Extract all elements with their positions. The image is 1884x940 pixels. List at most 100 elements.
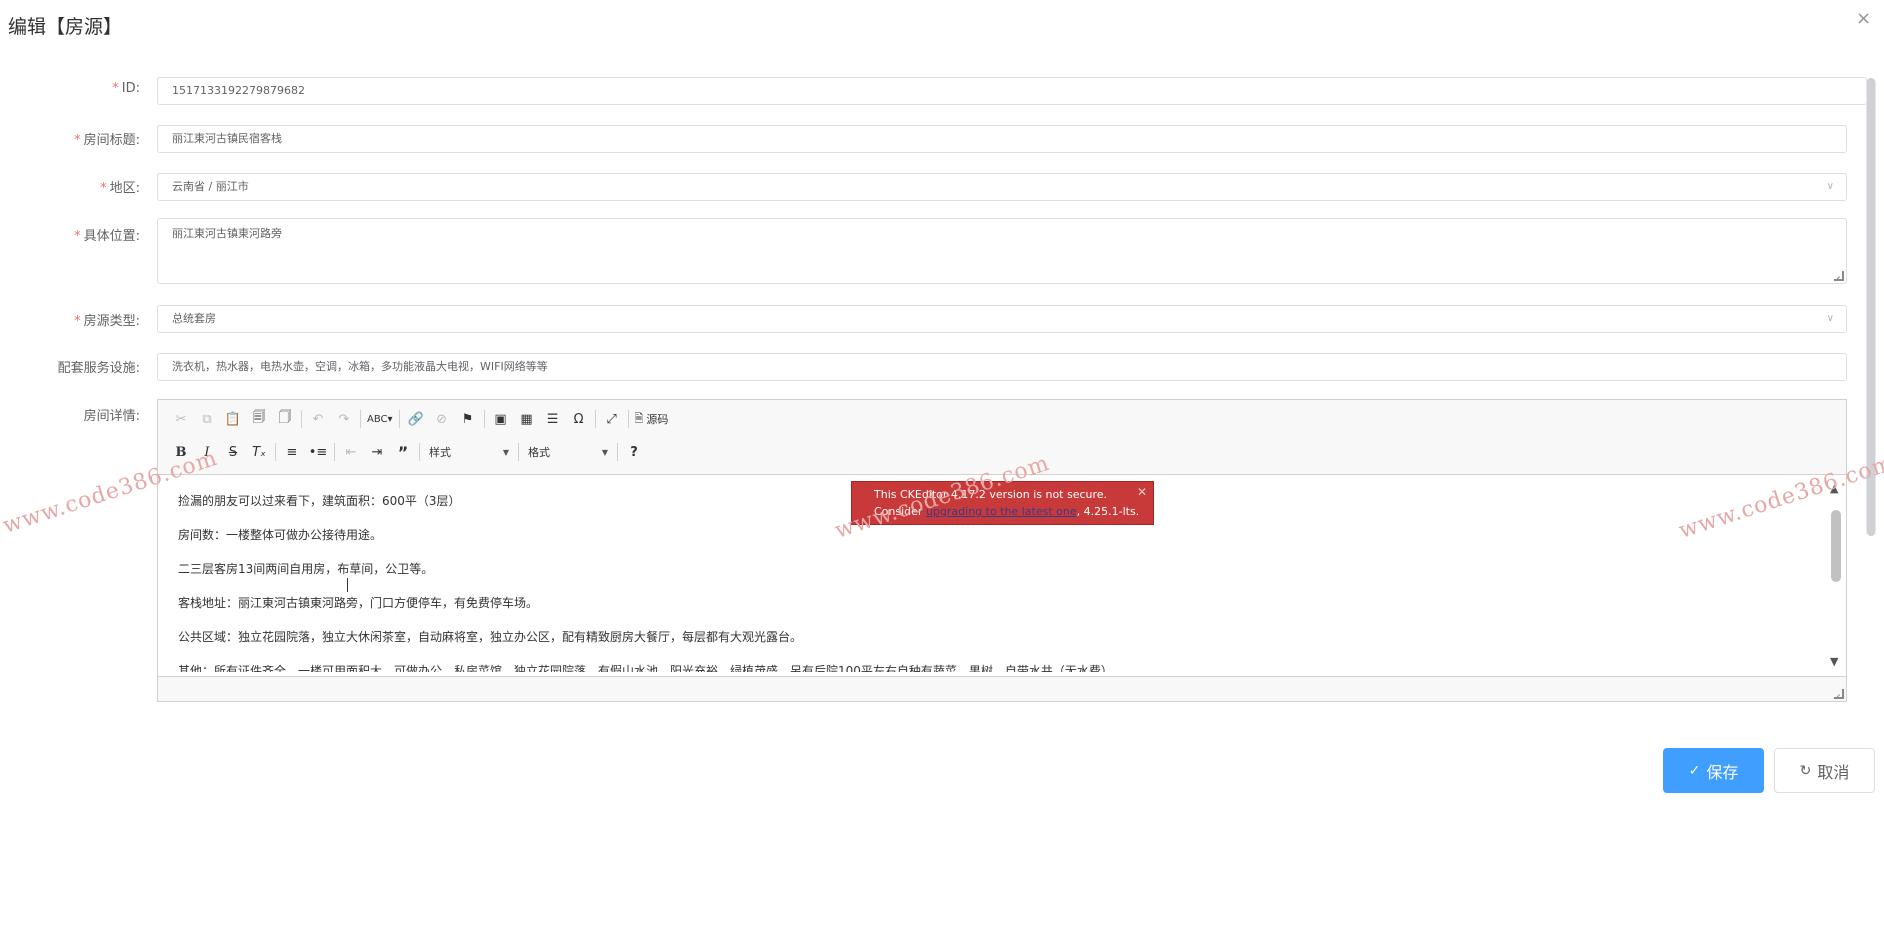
cancel-label: 取消 <box>1817 762 1850 782</box>
required-mark: * <box>100 181 107 196</box>
dialog-title: 编辑【房源】 <box>8 16 123 38</box>
format-combo[interactable]: 格式 ▼ <box>522 441 614 463</box>
facilities-input[interactable]: 洗衣机，热水器，电热水壶，空调，冰箱，多功能液晶大电视，WIFI网络等等 <box>157 353 1847 381</box>
facilities-label-text: 配套服务设施: <box>57 361 140 376</box>
toolbar-separator <box>275 443 276 461</box>
cut-icon[interactable]: ✂ <box>168 408 194 430</box>
blockquote-icon[interactable]: ” <box>390 441 416 463</box>
copy-icon[interactable]: ⧉ <box>194 408 220 430</box>
facilities-label: 配套服务设施: <box>0 357 140 376</box>
edit-house-dialog: 编辑【房源】 × * ID: 1517133192279879682 * 房间标题:… <box>0 0 1884 940</box>
chevron-down-icon: ▼ <box>502 447 509 457</box>
paste-word-icon[interactable]: 🗍 <box>272 408 298 430</box>
content-line: 二三层客房13间两间自用房，布草间，公卫等。 <box>178 562 434 576</box>
toolbar-separator <box>483 410 485 428</box>
undo-icon[interactable]: ↶ <box>305 408 331 430</box>
outdent-icon[interactable]: ⇤ <box>338 441 364 463</box>
save-button[interactable]: ✓ 保存 <box>1663 748 1764 793</box>
room-type-value: 总统套房 <box>172 312 216 325</box>
styles-combo[interactable]: 样式 ▼ <box>423 441 515 463</box>
editor-bottom-bar <box>158 676 1846 701</box>
paste-text-icon[interactable]: 🗐 <box>246 408 272 430</box>
refresh-icon: ↻ <box>1799 762 1812 779</box>
region-select[interactable]: 云南省 / 丽江市 ∨ <box>157 173 1847 201</box>
editor-scroll-thumb[interactable] <box>1831 510 1841 582</box>
toolbar-separator <box>627 410 629 428</box>
text-cursor-icon <box>347 578 349 592</box>
check-icon: ✓ <box>1688 762 1701 779</box>
details-label-text: 房间详情: <box>83 409 140 424</box>
required-mark: * <box>74 133 81 148</box>
remove-format-icon[interactable]: Tₓ <box>246 441 272 463</box>
editor-scrollbar[interactable]: ▲ ▼ <box>1827 476 1845 676</box>
bulleted-list-icon[interactable]: •≡ <box>305 441 331 463</box>
redo-icon[interactable]: ↷ <box>331 408 357 430</box>
link-icon[interactable]: 🔗 <box>403 408 429 430</box>
spellcheck-icon[interactable]: ABC▾ <box>364 408 396 430</box>
anchor-flag-icon[interactable]: ⚑ <box>455 408 481 430</box>
table-icon[interactable]: ▦ <box>514 408 540 430</box>
resize-handle-icon[interactable] <box>1834 271 1844 281</box>
id-label-text: ID: <box>121 81 140 96</box>
numbered-list-icon[interactable]: ≡ <box>279 441 305 463</box>
format-label: 格式 <box>528 446 550 459</box>
region-value: 云南省 / 丽江市 <box>172 180 249 193</box>
content-line: 其他：所有证件齐全，一楼可用面积大，可做办公，私房菜馆，独立花园院落，有假山水池… <box>178 664 1113 672</box>
paste-icon[interactable]: 📋 <box>220 408 246 430</box>
required-mark: * <box>74 314 81 329</box>
chevron-down-icon: ∨ <box>1826 181 1834 192</box>
scroll-down-icon[interactable]: ▼ <box>1830 655 1838 668</box>
room-type-label-text: 房源类型: <box>83 314 140 329</box>
toolbar-separator <box>617 443 618 461</box>
cancel-button[interactable]: ↻ 取消 <box>1774 748 1875 793</box>
toolbar-separator <box>334 443 335 461</box>
close-icon[interactable]: × <box>1856 8 1871 29</box>
region-label-text: 地区: <box>109 181 140 196</box>
address-textarea[interactable]: 丽江東河古镇東河路旁 <box>157 218 1847 284</box>
save-label: 保存 <box>1706 762 1739 782</box>
maximize-icon[interactable]: ⤢ <box>599 408 625 430</box>
address-label: * 具体位置: <box>0 225 140 244</box>
chevron-down-icon: ∨ <box>1826 313 1834 324</box>
content-line: 公共区域：独立花园院落，独立大休闲茶室，自动麻将室，独立办公区，配有精致厨房大餐… <box>178 630 803 644</box>
toolbar-separator <box>301 410 302 428</box>
close-icon[interactable]: ✕ <box>1137 484 1147 501</box>
room-type-label: * 房源类型: <box>0 310 140 329</box>
room-title-label-text: 房间标题: <box>83 133 140 148</box>
details-label: 房间详情: <box>0 405 140 424</box>
id-field[interactable]: 1517133192279879682 <box>157 77 1867 105</box>
toolbar-separator <box>518 443 519 461</box>
room-title-input[interactable]: 丽江東河古镇民宿客栈 <box>157 125 1847 153</box>
source-doc-icon: 🗎 <box>634 411 644 425</box>
special-char-icon[interactable]: Ω <box>566 408 592 430</box>
region-label: * 地区: <box>0 177 140 196</box>
toolbar-separator <box>594 410 596 428</box>
room-type-select[interactable]: 总统套房 ∨ <box>157 305 1847 333</box>
source-button[interactable]: 🗎 源码 <box>632 408 672 430</box>
notice-suffix: , 4.25.1-lts. <box>1076 505 1140 518</box>
indent-icon[interactable]: ⇥ <box>364 441 390 463</box>
unlink-icon[interactable]: ⊘ <box>429 408 455 430</box>
room-title-label: * 房间标题: <box>0 129 140 148</box>
image-icon[interactable]: ▣ <box>488 408 514 430</box>
toolbar-separator <box>398 410 400 428</box>
content-line: 房间数：一楼整体可做办公接待用途。 <box>178 528 383 542</box>
horizontal-line-icon[interactable]: ☰ <box>540 408 566 430</box>
strikethrough-icon[interactable]: S <box>220 441 246 463</box>
rich-text-editor: ✂ ⧉ 📋 🗐 🗍 ↶ ↷ ABC▾ 🔗 ⊘ ⚑ ▣ ▦ ☰ Ω ⤢ 🗎 源码 … <box>157 399 1847 702</box>
required-mark: * <box>112 81 119 96</box>
toolbar-separator <box>419 443 420 461</box>
toolbar-row-1: ✂ ⧉ 📋 🗐 🗍 ↶ ↷ ABC▾ 🔗 ⊘ ⚑ ▣ ▦ ☰ Ω ⤢ 🗎 源码 <box>168 408 671 430</box>
styles-label: 样式 <box>429 446 451 459</box>
address-value: 丽江東河古镇東河路旁 <box>172 227 282 240</box>
content-line: 客栈地址：丽江東河古镇東河路旁，门口方便停车，有免费停车场。 <box>178 596 539 610</box>
chevron-down-icon: ▼ <box>601 447 608 457</box>
address-label-text: 具体位置: <box>83 229 140 244</box>
toolbar-separator <box>360 410 361 428</box>
resize-handle-icon[interactable] <box>1834 689 1844 699</box>
id-label: * ID: <box>0 81 140 96</box>
help-icon[interactable]: ? <box>621 441 647 463</box>
source-label: 源码 <box>646 413 669 426</box>
required-mark: * <box>74 229 81 244</box>
toolbar-row-2: B I S Tₓ ≡ •≡ ⇤ ⇥ ” 样式 ▼ 格式 ▼ ? <box>168 441 647 463</box>
